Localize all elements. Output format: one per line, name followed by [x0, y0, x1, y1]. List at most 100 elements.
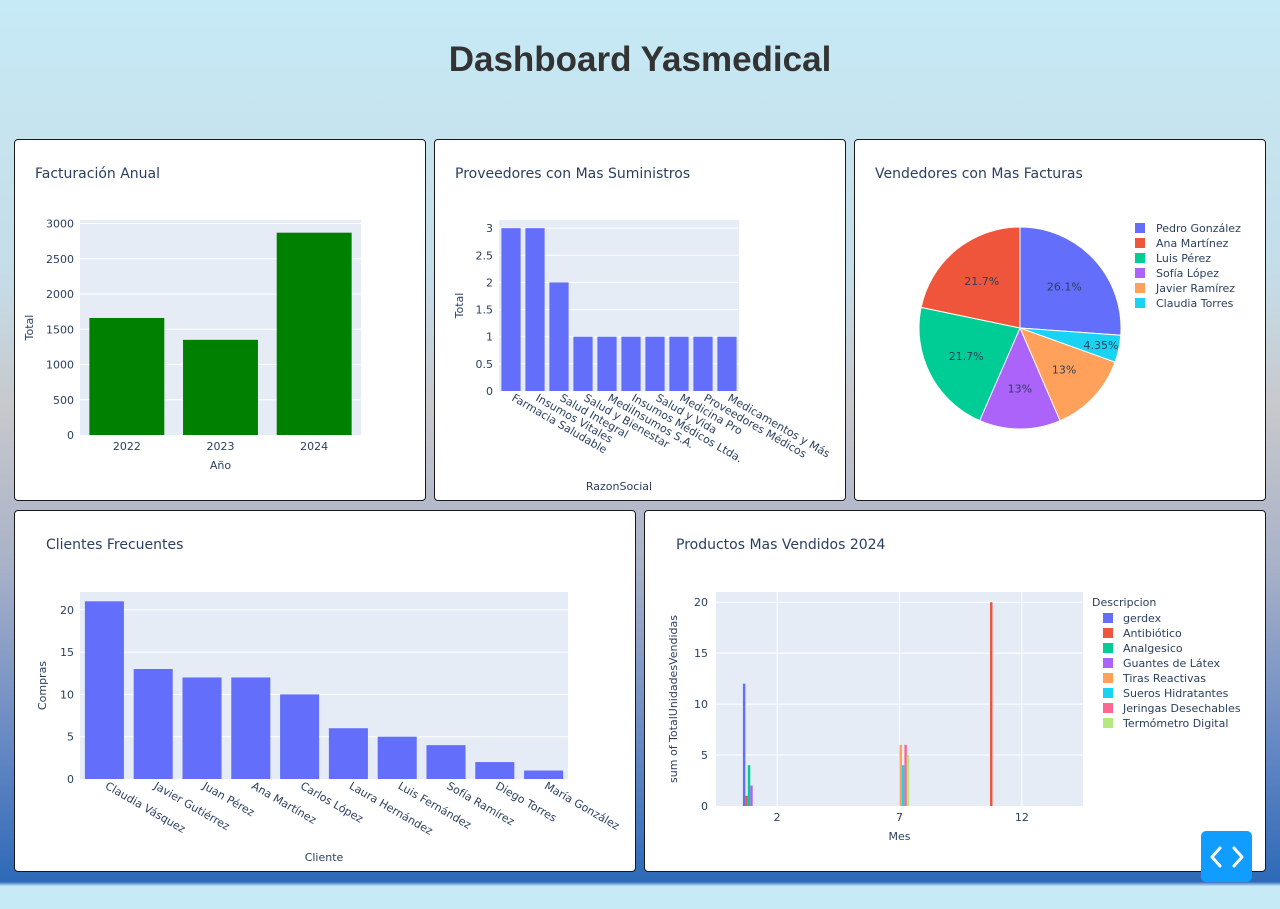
legend-swatch	[1135, 268, 1145, 278]
chart-productos: 0 5 10 15 20 2 7 12 Mes sum of TotalUnidadesVendi…	[667, 592, 1241, 843]
y-tick-label: 2.5	[476, 249, 494, 262]
legend-title: Descripcion	[1092, 596, 1156, 609]
x-axis-title: Cliente	[305, 851, 344, 864]
x-tick-label: 2	[774, 811, 781, 824]
bar	[525, 228, 545, 391]
pie-slice-label: 13%	[1008, 383, 1032, 396]
x-axis-title: Año	[210, 459, 231, 472]
bar	[280, 694, 320, 779]
y-tick-label: 20	[60, 604, 74, 617]
x-tick-label: 2023	[207, 440, 235, 453]
legend-swatch	[1135, 283, 1145, 293]
legend-item: Pedro González	[1156, 222, 1241, 235]
x-axis-title: RazonSocial	[586, 480, 652, 493]
y-tick-label: 3	[486, 222, 493, 235]
bar	[990, 602, 993, 806]
bar	[904, 744, 907, 806]
bar	[84, 601, 124, 779]
legend-item: Javier Ramírez	[1155, 282, 1235, 295]
pie-slice-label: 26.1%	[1047, 281, 1082, 294]
y-tick-label: 500	[53, 394, 74, 407]
legend-item: Tiras Reactivas	[1122, 672, 1206, 685]
y-tick-label: 1	[486, 331, 493, 344]
bar	[597, 336, 617, 391]
chart-card-productos: Productos Mas Vendidos 2024 0 5 10 15 20 2 7 12…	[644, 510, 1266, 872]
bar	[645, 336, 665, 391]
x-axis-title: Mes	[889, 830, 911, 843]
legend-swatch	[1103, 688, 1113, 698]
x-tick-label: Claudia Vásquez	[103, 779, 188, 836]
bar	[621, 336, 641, 391]
bar	[276, 232, 352, 435]
y-tick-label: 15	[60, 646, 74, 659]
bar	[717, 336, 737, 391]
pie-slice-label: 21.7%	[964, 275, 999, 288]
y-tick-label: 0	[67, 773, 74, 786]
bar	[747, 765, 751, 806]
bar	[426, 745, 466, 779]
y-tick-label: 15	[694, 647, 708, 660]
y-axis-title: sum of TotalUnidadesVendidas	[667, 615, 680, 783]
y-axis-title: Total	[453, 293, 466, 320]
x-tick-label: 7	[896, 811, 903, 824]
legend-item: Ana Martínez	[1156, 237, 1229, 250]
y-axis-title: Total	[23, 315, 36, 342]
y-tick-label: 20	[694, 596, 708, 609]
legend-swatch	[1135, 253, 1145, 263]
y-axis-title: Compras	[36, 661, 49, 710]
chart-clientes: 05101520Claudia VásquezJavier GutiérrezJ…	[36, 592, 622, 864]
bar	[328, 728, 368, 779]
bar	[745, 795, 748, 806]
legend-swatch	[1103, 613, 1113, 623]
legend-swatch	[1103, 658, 1113, 668]
bar	[133, 669, 173, 779]
legend-item: Antibiótico	[1123, 627, 1182, 640]
code-toggle-button[interactable]	[1201, 831, 1252, 882]
page-title: Dashboard Yasmedical	[448, 40, 832, 79]
bar	[549, 282, 569, 391]
y-tick-label: 0	[486, 385, 493, 398]
y-tick-label: 2000	[46, 288, 74, 301]
y-tick-label: 2500	[46, 253, 74, 266]
bar	[183, 339, 258, 435]
x-tick-label: 2022	[113, 440, 141, 453]
pie-slice-label: 13%	[1052, 363, 1076, 376]
legend-swatch	[1135, 223, 1145, 233]
legend-swatch	[1103, 643, 1113, 653]
y-tick-label: 10	[60, 688, 74, 701]
legend-swatch	[1103, 673, 1113, 683]
legend-item: Jeringas Desechables	[1122, 702, 1241, 715]
chart-vendedores: 26.1% 4.35% 13% 13% 21.7% 21.7% Pedro González…	[918, 222, 1241, 430]
legend-item: Luis Pérez	[1156, 252, 1211, 265]
y-tick-label: 1.5	[476, 304, 494, 317]
y-tick-label: 0.5	[476, 358, 494, 371]
chart-card-facturacion: Facturación Anual 0 500 1000 1500 2000 2500 30…	[14, 139, 426, 501]
y-tick-label: 1000	[46, 359, 74, 372]
y-tick-label: 0	[67, 429, 74, 442]
bar	[377, 736, 417, 779]
bar	[524, 770, 564, 779]
bar	[231, 677, 271, 779]
legend-item: Guantes de Látex	[1123, 657, 1221, 670]
bar	[899, 744, 902, 806]
bar	[750, 785, 753, 806]
x-tick-label: 12	[1015, 811, 1029, 824]
bar	[501, 228, 521, 391]
bar	[901, 765, 905, 806]
legend-item: Sofía López	[1156, 267, 1219, 280]
bar	[89, 317, 165, 435]
y-tick-label: 2	[486, 276, 493, 289]
x-tick-label: 2024	[300, 440, 328, 453]
bar	[573, 336, 593, 391]
bar	[693, 336, 713, 391]
chart-card-proveedores: Proveedores con Mas Suministros 0 0.5 1 1.5…	[434, 139, 846, 501]
y-tick-label: 1500	[46, 323, 74, 336]
legend-item: Termómetro Digital	[1122, 717, 1228, 730]
chart-proveedores: 00.511.522.53Farmacia SaludableInsumos V…	[453, 220, 833, 493]
bar	[906, 755, 910, 806]
pie-slice-label: 21.7%	[949, 350, 984, 363]
chart-card-vendedores: Vendedores con Mas Facturas 26.1% 4.35% 13…	[854, 139, 1266, 501]
bar	[742, 683, 746, 806]
pie-slice-label: 4.35%	[1084, 339, 1119, 352]
legend-swatch	[1135, 298, 1145, 308]
